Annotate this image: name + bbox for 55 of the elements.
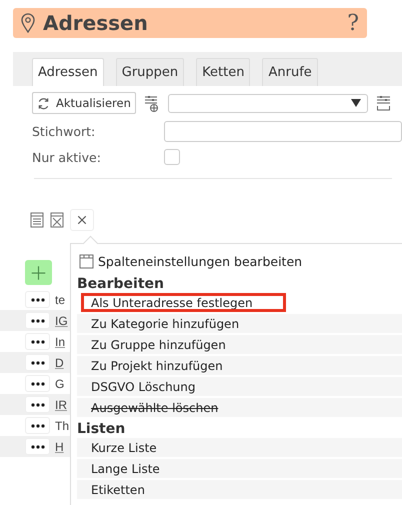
menu-item[interactable]: Kurze Liste	[77, 438, 402, 457]
menu-item[interactable]: Zu Kategorie hinzufügen	[77, 314, 402, 333]
list-icon[interactable]	[30, 212, 44, 228]
more-icon	[30, 382, 44, 386]
more-icon	[30, 360, 44, 364]
keyword-field[interactable]	[164, 120, 402, 142]
row-menu-button[interactable]	[25, 396, 50, 413]
row-menu-button[interactable]	[25, 354, 50, 371]
refresh-button[interactable]: Aktualisieren	[32, 92, 136, 114]
row-menu-button[interactable]	[25, 417, 50, 434]
row-link[interactable]: IR	[55, 398, 67, 412]
row-menu-button[interactable]	[25, 375, 50, 392]
filter-add-icon[interactable]	[144, 94, 160, 112]
filter-settings-icon[interactable]	[376, 94, 392, 112]
more-icon	[30, 298, 44, 302]
row-menu-button[interactable]	[25, 291, 50, 308]
menu-item[interactable]: Lange Liste	[77, 459, 402, 478]
active-checkbox[interactable]	[164, 149, 180, 165]
row-text: G	[55, 376, 64, 390]
checkbox-cross-icon[interactable]	[50, 212, 64, 228]
help-icon[interactable]: ?	[347, 10, 359, 36]
row-link[interactable]: In	[55, 334, 66, 348]
dropdown-arrow-icon	[350, 99, 361, 107]
field-label: Stichwort:	[32, 124, 96, 138]
add-button[interactable]	[25, 260, 52, 285]
tab[interactable]: Ketten	[196, 58, 250, 86]
menu-section-header: Listen	[77, 421, 126, 437]
row-link[interactable]: D	[55, 356, 64, 370]
field-label: Nur aktive:	[32, 150, 102, 164]
row-text: Th	[55, 418, 70, 432]
menu-item[interactable]: Als Unteradresse festlegen	[81, 293, 286, 312]
location-pin-icon	[21, 13, 35, 33]
close-button[interactable]	[70, 209, 94, 231]
row-menu-button[interactable]	[25, 312, 50, 329]
menu-section-header: Bearbeiten	[77, 276, 165, 292]
tab[interactable]: Adressen	[32, 58, 104, 86]
row-text: te	[55, 292, 66, 306]
menu-item[interactable]: Zu Gruppe hinzufügen	[77, 335, 402, 354]
more-icon	[30, 340, 44, 344]
tab[interactable]: Anrufe	[262, 58, 318, 86]
more-icon	[30, 444, 44, 448]
refresh-icon	[37, 96, 50, 110]
menu-item[interactable]: DSGVO Löschung	[77, 377, 402, 396]
menu-item[interactable]: Etiketten	[77, 480, 402, 499]
more-icon	[30, 402, 44, 406]
row-link[interactable]: IG	[55, 314, 68, 328]
tab[interactable]: Gruppen	[116, 58, 184, 86]
page-title: Adressen	[43, 11, 149, 35]
row-link[interactable]: H	[55, 440, 64, 454]
row-menu-button[interactable]	[25, 438, 50, 455]
columns-icon	[79, 254, 94, 268]
row-menu-button[interactable]	[25, 333, 50, 350]
more-icon	[30, 424, 44, 428]
more-icon	[30, 318, 44, 322]
menu-item[interactable]: Zu Projekt hinzufügen	[77, 356, 402, 375]
